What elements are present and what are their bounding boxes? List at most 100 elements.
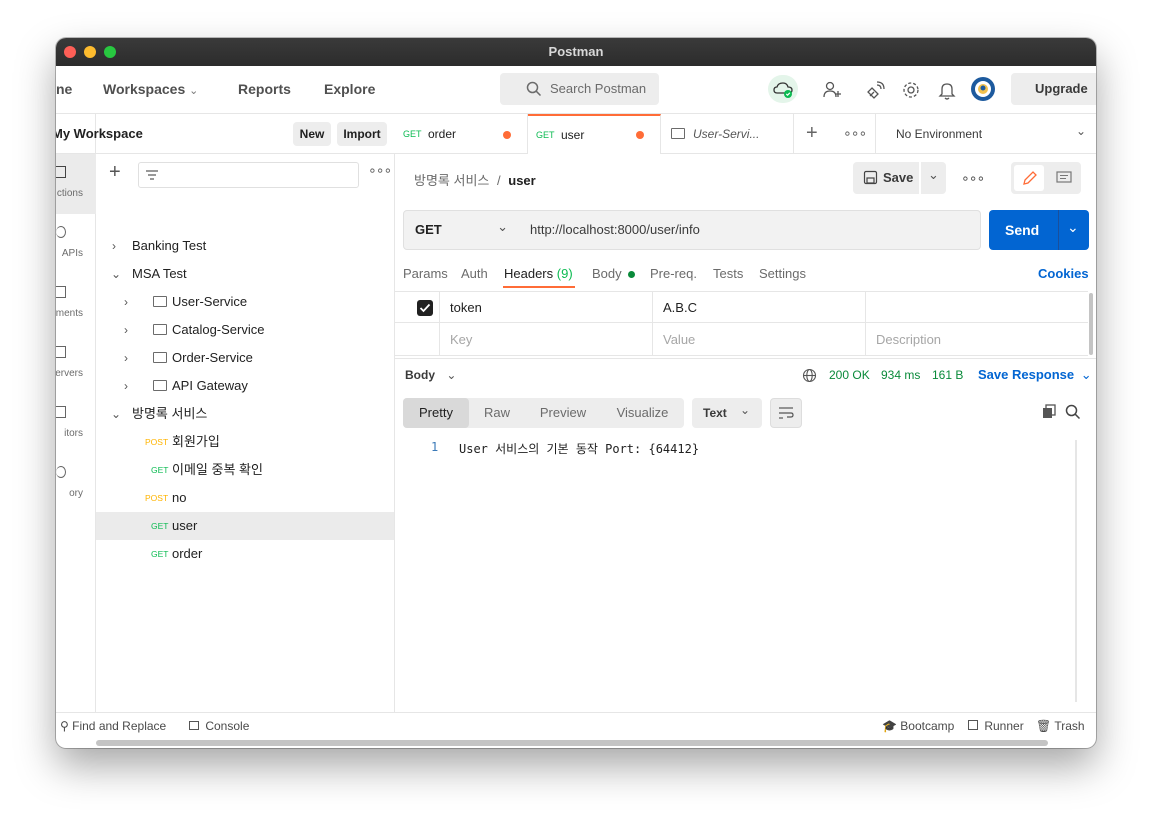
folder-api-gateway[interactable]: › API Gateway	[96, 372, 394, 400]
new-button[interactable]: New	[293, 122, 331, 146]
header-description-input[interactable]: Description	[865, 324, 1088, 356]
upgrade-button[interactable]: Upgrade	[1011, 73, 1096, 105]
runner-button[interactable]: Runner	[968, 719, 1024, 733]
console-button[interactable]: Console	[189, 719, 249, 733]
breadcrumb-parent[interactable]: 방명록 서비스	[414, 173, 489, 188]
close-window-button[interactable]	[64, 46, 76, 58]
workspace-title[interactable]: My Workspace	[56, 126, 143, 141]
rail-item-apis[interactable]: APIs	[56, 214, 96, 274]
send-button[interactable]: Send ⌄	[989, 210, 1089, 250]
tab-label: user	[561, 128, 585, 142]
response-scrollbar[interactable]	[1075, 440, 1077, 702]
minimize-window-button[interactable]	[84, 46, 96, 58]
save-button[interactable]: Save ⌄	[853, 162, 946, 194]
reports-link[interactable]: Reports	[238, 81, 291, 97]
response-body-line: User 서비스의 기본 동작 Port: {64412}	[459, 442, 700, 456]
cookies-link[interactable]: Cookies	[1038, 266, 1089, 281]
header-value-input[interactable]: Value	[652, 324, 865, 356]
invite-user-icon[interactable]	[820, 78, 844, 102]
folder-user-service[interactable]: › User-Service	[96, 288, 394, 316]
tab-tests[interactable]: Tests	[713, 266, 743, 281]
new-tab-icon[interactable]: +	[806, 122, 818, 145]
gear-icon[interactable]	[899, 78, 923, 102]
satellite-icon[interactable]	[864, 78, 888, 102]
header-key-input[interactable]: Key	[439, 324, 652, 356]
horizontal-scrollbar[interactable]	[96, 740, 1048, 746]
add-collection-icon[interactable]: +	[109, 162, 121, 182]
method-select[interactable]: GET ⌄	[403, 210, 519, 250]
header-description[interactable]	[865, 292, 1088, 324]
collections-icon	[56, 166, 66, 178]
header-key[interactable]: token	[439, 292, 652, 324]
rail-item-environments[interactable]: ments	[56, 274, 96, 334]
request-item[interactable]: POST no	[96, 484, 394, 512]
sync-status-icon[interactable]	[768, 75, 798, 103]
request-item[interactable]: GET order	[96, 540, 394, 568]
save-response-button[interactable]: Save Response ⌄	[978, 367, 1092, 383]
rail-item-monitors[interactable]: itors	[56, 394, 96, 454]
tab-label: User-Servi...	[693, 127, 760, 141]
response-body-select[interactable]: Body ⌄	[405, 368, 456, 382]
tab-more-icon[interactable]: ∘∘∘	[843, 125, 867, 142]
folder-catalog-service[interactable]: › Catalog-Service	[96, 316, 394, 344]
request-item[interactable]: POST 회원가입	[96, 428, 394, 456]
copy-icon[interactable]	[1041, 404, 1057, 420]
globe-icon[interactable]	[802, 368, 817, 383]
tab-headers[interactable]: Headers (9)	[504, 266, 573, 281]
bell-icon[interactable]	[935, 78, 959, 102]
url-input[interactable]: http://localhost:8000/user/info	[518, 210, 981, 250]
rail-item-label: ments	[56, 308, 83, 319]
folder-label: API Gateway	[172, 378, 248, 393]
workspace-header: My Workspace New Import	[56, 114, 395, 154]
avatar[interactable]	[970, 76, 995, 101]
save-options-chevron-icon[interactable]: ⌄	[919, 162, 946, 194]
comments-icon[interactable]	[1049, 165, 1079, 191]
format-raw[interactable]: Raw	[469, 398, 525, 428]
request-item[interactable]: GET 이메일 중복 확인	[96, 456, 394, 484]
request-item-selected[interactable]: GET user	[96, 512, 394, 540]
collection-guestbook[interactable]: ⌄ 방명록 서비스	[96, 400, 394, 428]
tab-user-service[interactable]: User-Servi...	[661, 114, 794, 154]
rail-item-history[interactable]: ory	[56, 454, 96, 514]
header-value[interactable]: A.B.C	[652, 292, 865, 324]
find-replace-button[interactable]: ⚲ Find and Replace	[60, 719, 166, 733]
tab-user[interactable]: GET user	[528, 114, 661, 154]
more-options-icon[interactable]: ∘∘∘	[368, 162, 392, 179]
request-more-icon[interactable]: ∘∘∘	[961, 170, 985, 187]
home-link[interactable]: ne	[56, 81, 72, 97]
tab-settings[interactable]: Settings	[759, 266, 806, 281]
search-input[interactable]: Search Postman	[500, 73, 659, 105]
collection-banking-test[interactable]: › Banking Test	[96, 232, 394, 260]
rail-item-mock-servers[interactable]: ervers	[56, 334, 96, 394]
tab-body[interactable]: Body	[592, 266, 636, 281]
format-preview[interactable]: Preview	[525, 398, 601, 428]
collection-label: Banking Test	[132, 238, 207, 253]
collection-msa-test[interactable]: ⌄ MSA Test	[96, 260, 394, 288]
wrap-lines-button[interactable]	[770, 398, 802, 428]
monitors-icon	[56, 406, 66, 418]
filter-input[interactable]	[138, 162, 359, 188]
bootcamp-button[interactable]: 🎓 Bootcamp	[882, 719, 954, 733]
tab-order[interactable]: GET order	[395, 114, 528, 154]
format-pretty[interactable]: Pretty	[403, 398, 469, 428]
headers-scrollbar[interactable]	[1089, 293, 1093, 355]
method-label: GET	[415, 222, 442, 237]
rail-item-label: itors	[64, 428, 83, 439]
tab-params[interactable]: Params	[403, 266, 448, 281]
response-type-select[interactable]: Text ⌄	[692, 398, 762, 428]
folder-order-service[interactable]: › Order-Service	[96, 344, 394, 372]
tab-prereq[interactable]: Pre-req.	[650, 266, 697, 281]
environment-select[interactable]: No Environment ⌄	[875, 114, 1096, 154]
trash-button[interactable]: 🗑 Trash	[1036, 719, 1085, 733]
import-button[interactable]: Import	[337, 122, 387, 146]
send-options-chevron-icon[interactable]: ⌄	[1067, 207, 1079, 247]
maximize-window-button[interactable]	[104, 46, 116, 58]
edit-pencil-icon[interactable]	[1014, 165, 1044, 191]
rail-item-collections[interactable]: ctions	[56, 154, 96, 214]
search-icon[interactable]	[1065, 404, 1081, 420]
tab-auth[interactable]: Auth	[461, 266, 488, 281]
workspaces-menu[interactable]: Workspaces ⌄	[103, 81, 198, 97]
explore-link[interactable]: Explore	[324, 81, 375, 97]
header-enabled-checkbox[interactable]	[417, 300, 433, 316]
format-visualize[interactable]: Visualize	[601, 398, 684, 428]
